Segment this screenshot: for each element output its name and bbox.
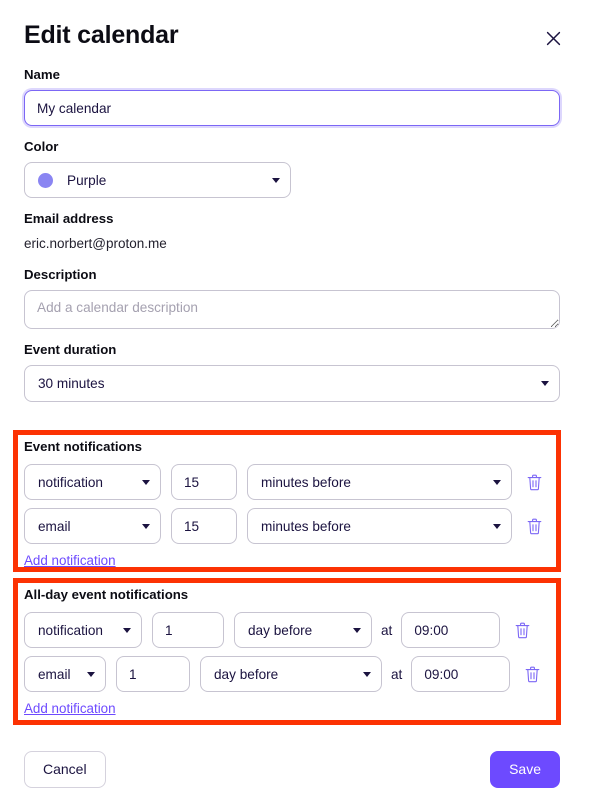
event-duration-label: Event duration bbox=[24, 341, 560, 359]
allday-notification-type-select-1[interactable]: notification bbox=[24, 612, 142, 648]
chevron-down-icon bbox=[541, 381, 549, 386]
event-notification-when-select-1[interactable]: minutes before bbox=[247, 464, 512, 500]
dialog-body: Name Color Purple Email address eric.nor… bbox=[0, 66, 589, 402]
color-select-value: Purple bbox=[67, 173, 264, 188]
allday-notification-when-select-1[interactable]: day before bbox=[234, 612, 372, 648]
event-notifications-section: Event notifications notification minutes… bbox=[24, 438, 552, 570]
dialog-header: Edit calendar bbox=[0, 0, 589, 52]
description-label: Description bbox=[24, 266, 560, 284]
chevron-down-icon bbox=[353, 628, 361, 633]
calendar-name-input[interactable] bbox=[24, 90, 560, 126]
allday-notification-amount-input-1[interactable] bbox=[152, 612, 224, 648]
event-duration-value: 30 minutes bbox=[38, 376, 533, 391]
event-notification-type-value-2: email bbox=[38, 519, 134, 534]
chevron-down-icon bbox=[493, 524, 501, 529]
allday-at-label-1: at bbox=[372, 623, 401, 638]
chevron-down-icon bbox=[123, 628, 131, 633]
add-event-notification-link[interactable]: Add notification bbox=[24, 553, 116, 568]
notification-row: notification day before at bbox=[24, 612, 552, 648]
delete-event-notification-button-2[interactable] bbox=[523, 514, 545, 538]
delete-event-notification-button-1[interactable] bbox=[523, 470, 545, 494]
event-notifications-title: Event notifications bbox=[24, 438, 552, 456]
description-textarea[interactable] bbox=[24, 290, 560, 329]
event-notification-type-value-1: notification bbox=[38, 475, 134, 490]
chevron-down-icon bbox=[493, 480, 501, 485]
chevron-down-icon bbox=[272, 178, 280, 183]
cancel-button[interactable]: Cancel bbox=[24, 751, 106, 788]
allday-notifications-title: All-day event notifications bbox=[24, 586, 552, 604]
event-notification-when-value-2: minutes before bbox=[261, 519, 485, 534]
allday-notification-type-value-1: notification bbox=[38, 623, 115, 638]
allday-notifications-section: All-day event notifications notification… bbox=[24, 586, 552, 718]
dialog-footer: Cancel Save bbox=[0, 733, 589, 805]
chevron-down-icon bbox=[87, 672, 95, 677]
allday-notification-type-select-2[interactable]: email bbox=[24, 656, 106, 692]
chevron-down-icon bbox=[363, 672, 371, 677]
notification-row: notification minutes before bbox=[24, 464, 552, 500]
allday-at-label-2: at bbox=[382, 667, 411, 682]
event-notification-amount-input-2[interactable] bbox=[171, 508, 237, 544]
notification-row: email day before at bbox=[24, 656, 552, 692]
close-icon bbox=[546, 31, 561, 46]
edit-calendar-dialog: Edit calendar Name Color Purple Email ad… bbox=[0, 0, 589, 805]
allday-notification-when-value-2: day before bbox=[214, 667, 355, 682]
event-notification-type-select-2[interactable]: email bbox=[24, 508, 161, 544]
delete-allday-notification-button-1[interactable] bbox=[511, 618, 533, 642]
save-button[interactable]: Save bbox=[490, 751, 560, 788]
event-duration-select[interactable]: 30 minutes bbox=[24, 365, 560, 402]
trash-icon bbox=[525, 666, 540, 683]
color-swatch bbox=[38, 173, 53, 188]
notification-row: email minutes before bbox=[24, 508, 552, 544]
allday-notification-when-value-1: day before bbox=[248, 623, 345, 638]
chevron-down-icon bbox=[142, 480, 150, 485]
event-notification-amount-input-1[interactable] bbox=[171, 464, 237, 500]
trash-icon bbox=[527, 474, 542, 491]
event-notification-when-select-2[interactable]: minutes before bbox=[247, 508, 512, 544]
email-address-value: eric.norbert@proton.me bbox=[24, 234, 560, 254]
allday-notification-when-select-2[interactable]: day before bbox=[200, 656, 382, 692]
color-select[interactable]: Purple bbox=[24, 162, 291, 198]
trash-icon bbox=[515, 622, 530, 639]
email-address-label: Email address bbox=[24, 210, 560, 228]
allday-notification-time-input-2[interactable] bbox=[411, 656, 510, 692]
allday-notification-time-input-1[interactable] bbox=[401, 612, 500, 648]
allday-notification-amount-input-2[interactable] bbox=[116, 656, 190, 692]
allday-notification-type-value-2: email bbox=[38, 667, 79, 682]
event-notification-when-value-1: minutes before bbox=[261, 475, 485, 490]
page-title: Edit calendar bbox=[24, 18, 178, 52]
close-button[interactable] bbox=[539, 24, 567, 52]
color-label: Color bbox=[24, 138, 560, 156]
name-label: Name bbox=[24, 66, 560, 84]
delete-allday-notification-button-2[interactable] bbox=[521, 662, 543, 686]
chevron-down-icon bbox=[142, 524, 150, 529]
event-notification-type-select-1[interactable]: notification bbox=[24, 464, 161, 500]
add-allday-notification-link[interactable]: Add notification bbox=[24, 701, 116, 716]
trash-icon bbox=[527, 518, 542, 535]
